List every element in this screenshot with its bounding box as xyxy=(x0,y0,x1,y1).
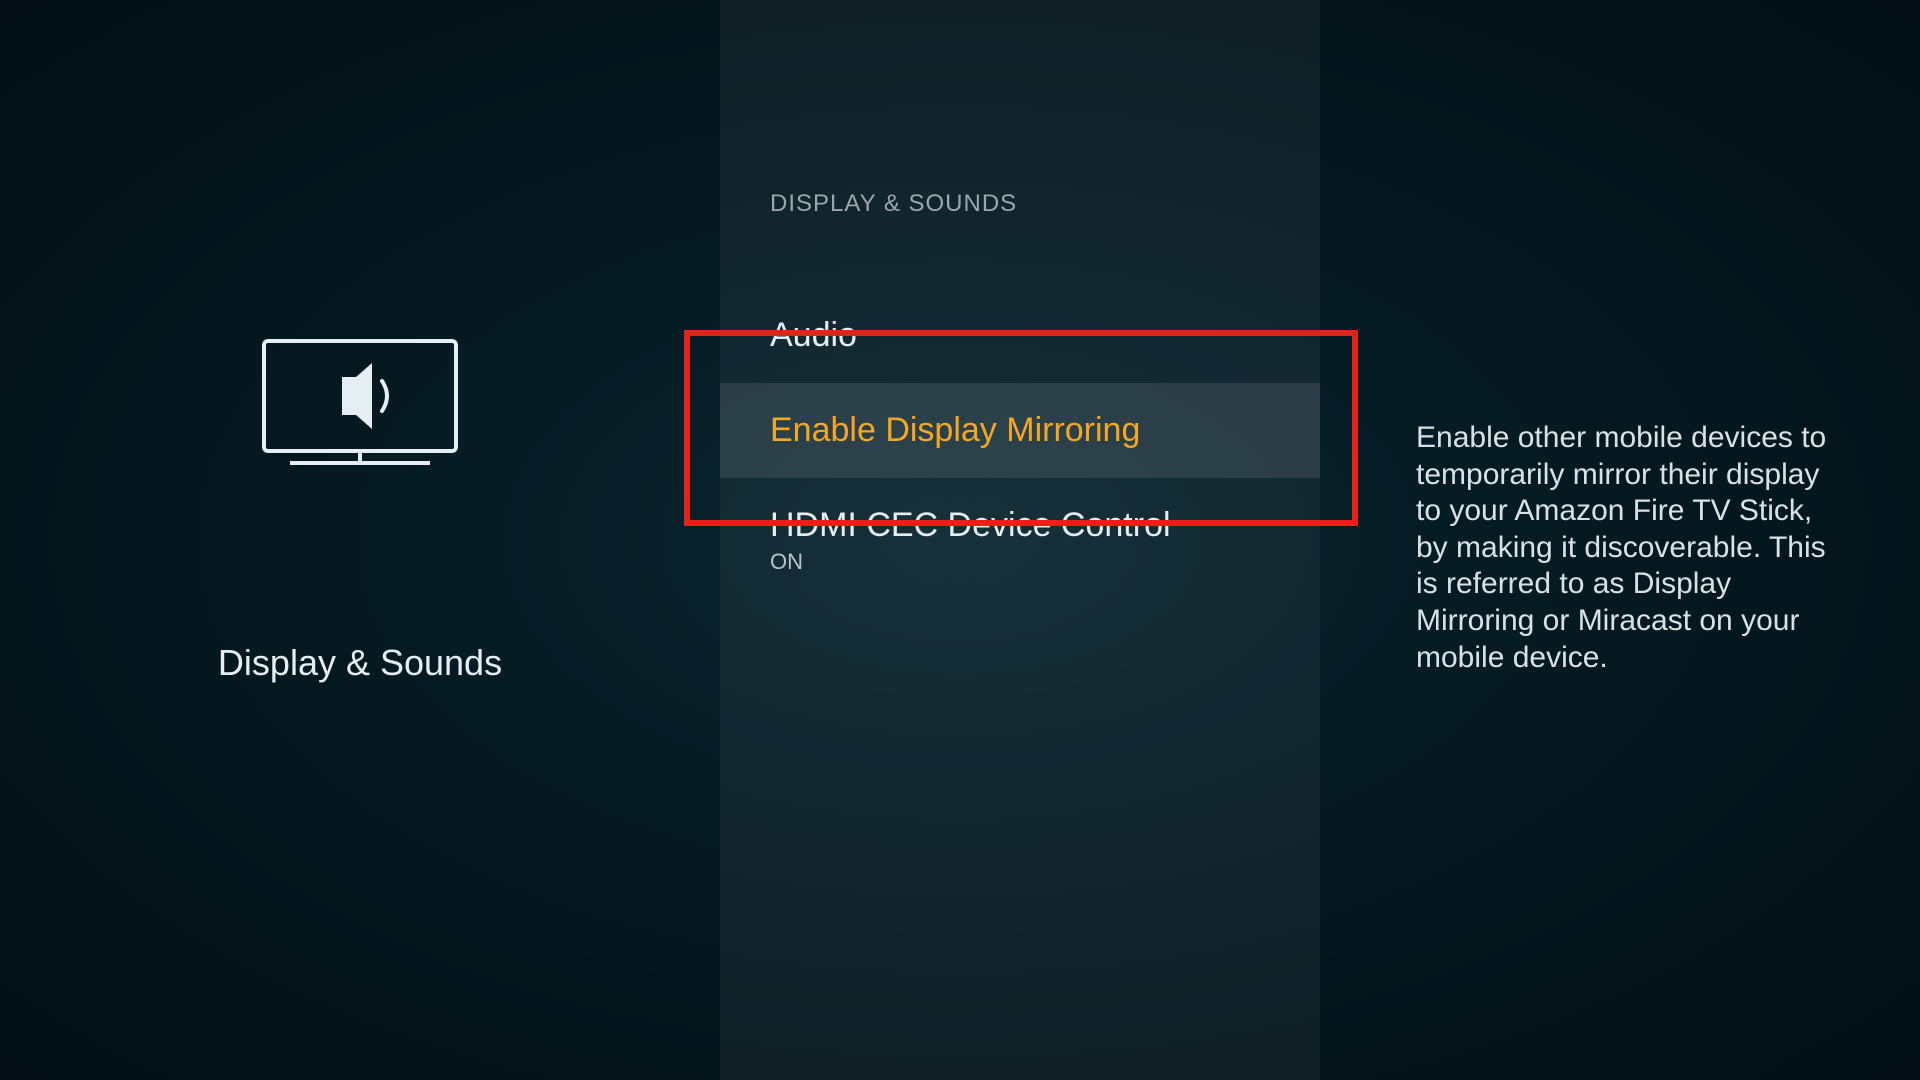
menu-item-label: Enable Display Mirroring xyxy=(770,411,1270,450)
tv-speaker-icon xyxy=(260,337,460,472)
menu-item-sublabel: ON xyxy=(770,549,1270,575)
menu-item-label: HDMI CEC Device Control xyxy=(770,506,1270,545)
display-sounds-icon xyxy=(260,337,460,472)
category-title: Display & Sounds xyxy=(218,642,502,684)
menu-item-audio[interactable]: Audio xyxy=(720,288,1320,383)
category-panel: Display & Sounds xyxy=(0,0,720,1080)
setting-description: Enable other mobile devices to temporari… xyxy=(1416,420,1830,676)
menu-items-list: Audio Enable Display Mirroring HDMI CEC … xyxy=(720,288,1320,603)
section-header: DISPLAY & SOUNDS xyxy=(720,0,1320,218)
menu-item-label: Audio xyxy=(770,316,1270,355)
menu-item-hdmi-cec-device-control[interactable]: HDMI CEC Device Control ON xyxy=(720,478,1320,603)
menu-item-enable-display-mirroring[interactable]: Enable Display Mirroring xyxy=(720,383,1320,478)
settings-menu-column: DISPLAY & SOUNDS Audio Enable Display Mi… xyxy=(720,0,1320,1080)
description-panel: Enable other mobile devices to temporari… xyxy=(1320,0,1920,1080)
